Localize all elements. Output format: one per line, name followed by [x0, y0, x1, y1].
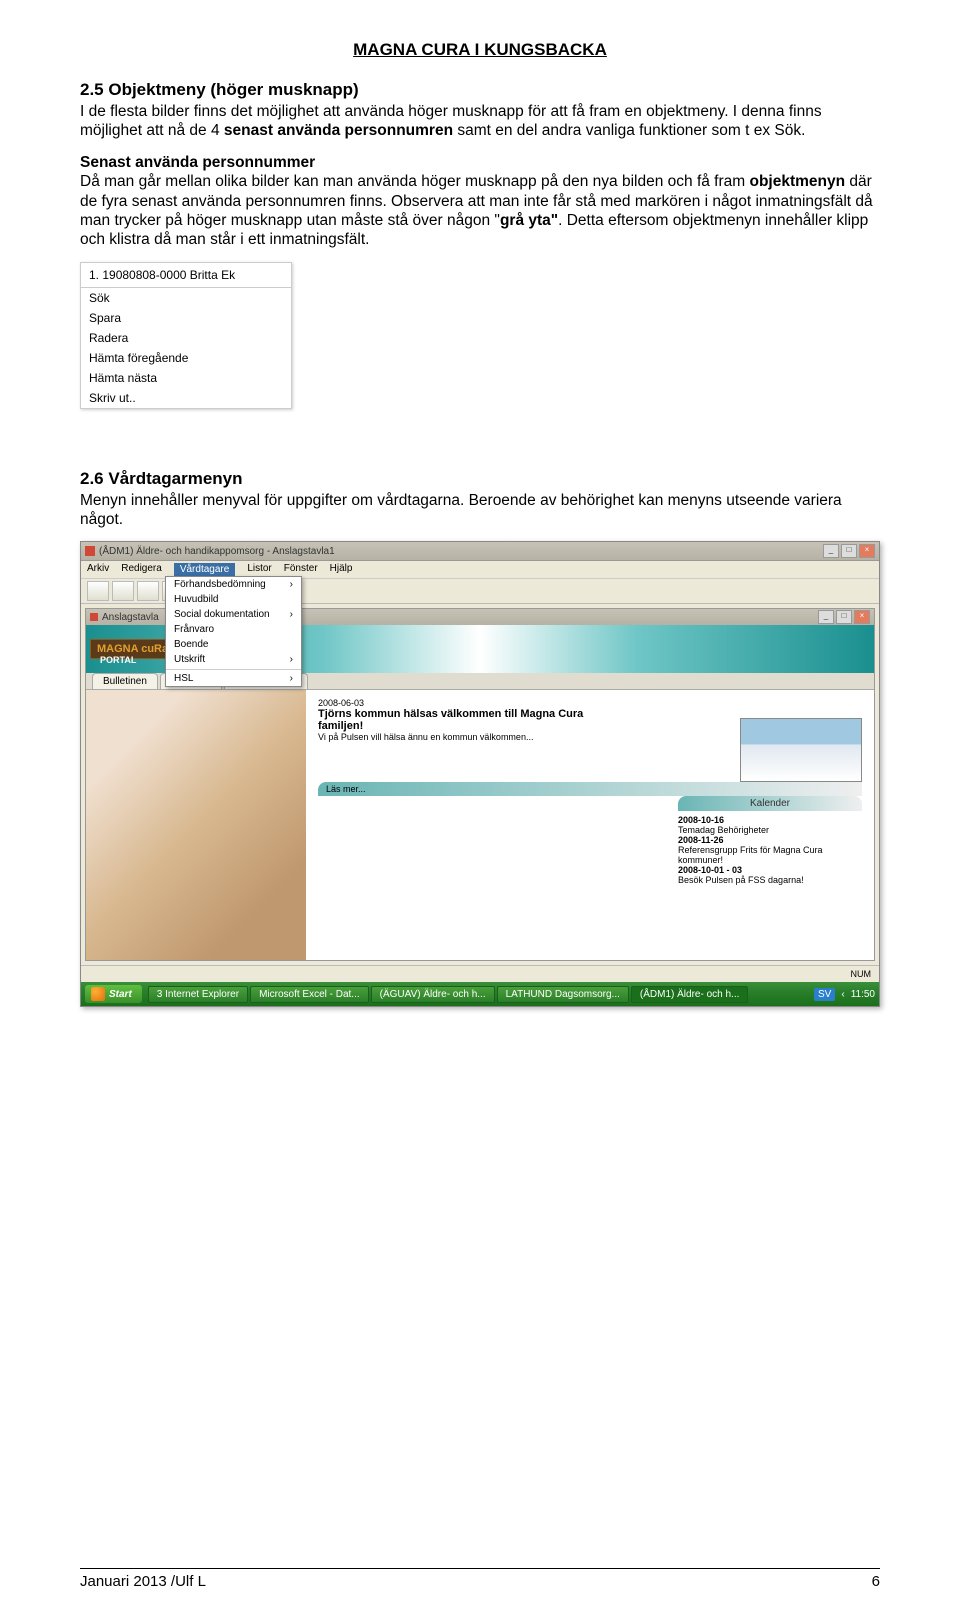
dropdown-item[interactable]: HSL — [166, 669, 301, 686]
taskbar-item[interactable]: (ÅDM1) Äldre- och h... — [631, 986, 748, 1003]
paragraph: Senast använda personnummer Då man går m… — [80, 153, 880, 250]
maximize-icon[interactable]: □ — [836, 610, 852, 624]
taskbar-item[interactable]: 3 Internet Explorer — [148, 986, 248, 1003]
tab-bulletinen[interactable]: Bulletinen — [92, 673, 158, 689]
dropdown-item[interactable]: Huvudbild — [166, 592, 301, 607]
content-area: 2008-06-03 Tjörns kommun hälsas välkomme… — [86, 690, 874, 960]
news-body: Vi på Pulsen vill hälsa ännu en kommun v… — [318, 732, 618, 742]
close-icon[interactable]: × — [854, 610, 870, 624]
paragraph: Menyn innehåller menyval för uppgifter o… — [80, 491, 880, 530]
taskbar-item[interactable]: Microsoft Excel - Dat... — [250, 986, 369, 1003]
context-menu-item: Skriv ut.. — [81, 388, 291, 408]
dropdown-item[interactable]: Social dokumentation — [166, 607, 301, 622]
menu-redigera[interactable]: Redigera — [121, 563, 162, 576]
footer-left: Januari 2013 /Ulf L — [80, 1573, 206, 1590]
context-menu-item: Radera — [81, 328, 291, 348]
minimize-icon[interactable]: _ — [818, 610, 834, 624]
language-indicator[interactable]: SV — [814, 988, 835, 1001]
dropdown-item[interactable]: Boende — [166, 637, 301, 652]
context-menu-figure: 1. 19080808-0000 Britta Ek Sök Spara Rad… — [80, 262, 292, 409]
section-2-5-title: 2.5 Objektmeny (höger musknapp) — [80, 80, 880, 100]
page-header: MAGNA CURA I KUNGSBACKA — [80, 40, 880, 60]
menu-vardtagare[interactable]: Vårdtagare — [174, 563, 235, 576]
statusbar: NUM — [81, 965, 879, 982]
news-headline: Tjörns kommun hälsas välkommen till Magn… — [318, 708, 618, 732]
dropdown-item[interactable]: Frånvaro — [166, 622, 301, 637]
page-number: 6 — [872, 1573, 880, 1590]
app-screenshot: (ÅDM1) Äldre- och handikappomsorg - Ansl… — [80, 541, 880, 1007]
paragraph: I de flesta bilder finns det möjlighet a… — [80, 102, 880, 141]
start-button[interactable]: Start — [85, 985, 142, 1003]
decorative-hands-image — [86, 690, 306, 960]
toolbar-button[interactable] — [87, 581, 109, 601]
inner-window-title: Anslagstavla — [102, 612, 159, 623]
window-title: (ÅDM1) Äldre- och handikappomsorg - Ansl… — [99, 546, 335, 557]
news-date: 2008-06-03 — [318, 698, 618, 708]
toolbar-button[interactable] — [112, 581, 134, 601]
clock: 11:50 — [851, 989, 875, 1000]
app-icon — [85, 546, 95, 556]
titlebar: (ÅDM1) Äldre- och handikappomsorg - Ansl… — [81, 542, 879, 561]
portal-label: PORTAL — [100, 655, 136, 665]
calendar-header: Kalender — [678, 796, 862, 811]
section-2-6-title: 2.6 Vårdtagarmenyn — [80, 469, 880, 489]
windows-taskbar: Start 3 Internet Explorer Microsoft Exce… — [81, 982, 879, 1006]
calendar-body: 2008-10-16Temadag Behörigheter 2008-11-2… — [674, 811, 862, 889]
maximize-icon[interactable]: □ — [841, 544, 857, 558]
context-menu-item: Sök — [81, 288, 291, 308]
menu-fonster[interactable]: Fönster — [284, 563, 318, 576]
system-tray: SV ‹ 11:50 — [814, 988, 875, 1001]
context-menu-item: Hämta nästa — [81, 368, 291, 388]
context-menu-top: 1. 19080808-0000 Britta Ek — [81, 263, 291, 288]
menu-hjalp[interactable]: Hjälp — [330, 563, 353, 576]
minimize-icon[interactable]: _ — [823, 544, 839, 558]
menu-arkiv[interactable]: Arkiv — [87, 563, 109, 576]
inner-app-icon — [90, 613, 98, 621]
news-item: 2008-06-03 Tjörns kommun hälsas välkomme… — [318, 698, 618, 742]
toolbar-button[interactable] — [137, 581, 159, 601]
tray-icon[interactable]: ‹ — [841, 989, 844, 1000]
close-icon[interactable]: × — [859, 544, 875, 558]
taskbar-item[interactable]: (ÄGUAV) Äldre- och h... — [371, 986, 495, 1003]
dropdown-item[interactable]: Utskrift — [166, 652, 301, 667]
news-thumbnail — [740, 718, 862, 782]
context-menu-item: Spara — [81, 308, 291, 328]
subheading: Senast använda personnummer — [80, 154, 315, 171]
context-menu-item: Hämta föregående — [81, 348, 291, 368]
status-num: NUM — [851, 969, 872, 979]
taskbar-item[interactable]: LATHUND Dagsomsorg... — [497, 986, 629, 1003]
dropdown-item[interactable]: Förhandsbedömning — [166, 577, 301, 592]
page-footer: Januari 2013 /Ulf L 6 — [80, 1568, 880, 1590]
vardtagare-dropdown: Förhandsbedömning Huvudbild Social dokum… — [165, 576, 302, 687]
read-more-link[interactable]: Läs mer... — [318, 782, 862, 796]
menu-listor[interactable]: Listor — [247, 563, 271, 576]
